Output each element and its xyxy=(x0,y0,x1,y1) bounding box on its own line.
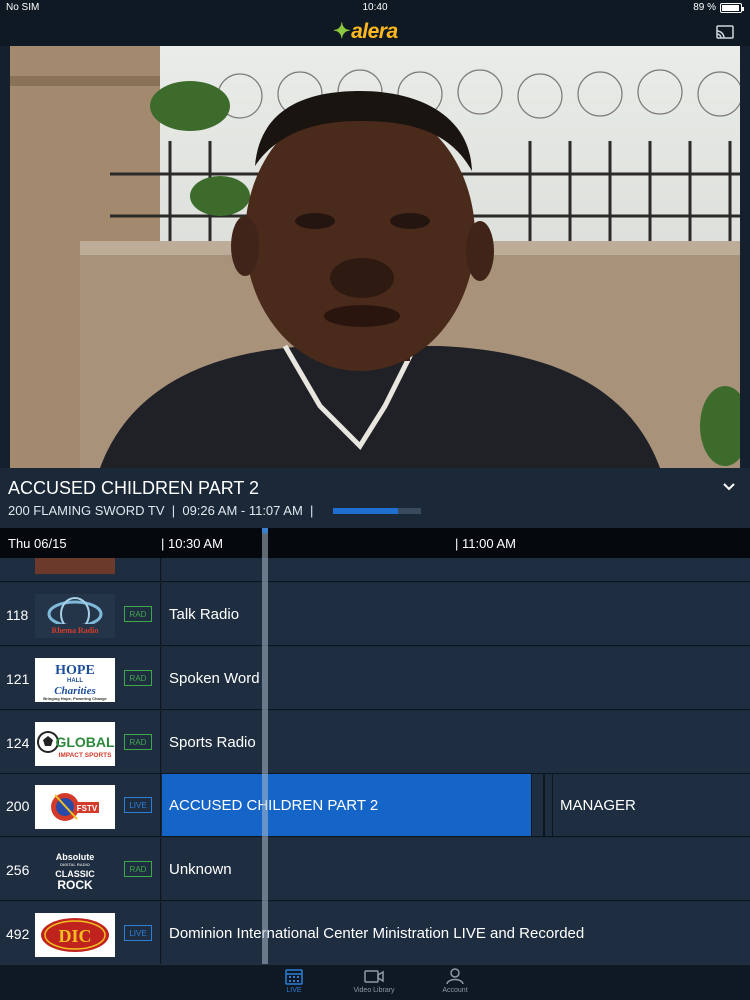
program-cell-active[interactable]: ACCUSED CHILDREN PART 2 xyxy=(162,774,531,836)
svg-text:ROCK: ROCK xyxy=(57,878,93,892)
absolute-classic-rock-logo-icon: Absolute DIGITAL RADIO CLASSIC ROCK xyxy=(55,852,95,892)
fstv-logo-icon: FSTV xyxy=(51,793,99,821)
channel-number: 200 xyxy=(6,798,30,814)
channel-cell[interactable]: 256 Absolute DIGITAL RADIO CLASSIC ROCK … xyxy=(0,838,161,900)
now-playing-title: ACCUSED CHILDREN PART 2 xyxy=(8,478,260,498)
channel-number: 492 xyxy=(6,926,30,942)
battery-icon xyxy=(720,2,744,13)
video-player[interactable] xyxy=(10,46,740,468)
guide-row-121[interactable]: 121 HOPE HALL Charities Bringing Hope, P… xyxy=(0,647,750,710)
channel-guide[interactable]: 118 Rhema Radio RAD Talk Radio 121 HOPE … xyxy=(0,558,750,964)
progress-fill xyxy=(333,508,399,514)
tab-account[interactable]: Account xyxy=(425,967,485,994)
svg-text:GLOBAL: GLOBAL xyxy=(55,734,115,750)
radio-tag: RAD xyxy=(124,606,152,622)
status-bar: No SIM 10:40 89 % xyxy=(0,0,750,16)
app-header: ✦alera xyxy=(0,16,750,46)
tab-label: Account xyxy=(442,987,468,994)
live-tag: LIVE xyxy=(124,925,152,941)
guide-row-200[interactable]: 200 FSTV LIVE ACCUSED CHILDREN PART 2 MA… xyxy=(0,774,750,837)
channel-cell[interactable]: 200 FSTV LIVE xyxy=(0,774,161,836)
time-slot-1100: | 11:00 AM xyxy=(455,536,516,551)
global-impact-logo-icon: GLOBAL IMPACT SPORTS xyxy=(37,731,115,759)
time-slot-1030: | 10:30 AM xyxy=(161,536,223,551)
video-camera-icon xyxy=(364,970,384,983)
svg-text:FSTV: FSTV xyxy=(77,804,98,813)
radio-tag: RAD xyxy=(124,734,152,750)
svg-text:HALL: HALL xyxy=(67,678,83,684)
guide-row-492[interactable]: 492 DIC LIVE Dominion International Cent… xyxy=(0,902,750,964)
channel-logo-fstv: FSTV xyxy=(35,785,115,829)
tab-live[interactable]: LIVE xyxy=(264,967,324,994)
program-cell[interactable]: MANAGER xyxy=(553,774,750,836)
program-cell[interactable]: Unknown xyxy=(162,838,750,900)
channel-logo-rhema: Rhema Radio xyxy=(35,594,115,638)
app-logo: ✦alera xyxy=(333,20,398,43)
live-tag: LIVE xyxy=(124,797,152,813)
hope-hall-logo-icon: HOPE HALL Charities Bringing Hope, Power… xyxy=(43,663,107,701)
program-cell[interactable]: Dominion International Center Ministrati… xyxy=(162,902,750,964)
cast-icon[interactable] xyxy=(716,25,734,39)
now-playing-panel[interactable]: ACCUSED CHILDREN PART 2 200 FLAMING SWOR… xyxy=(0,468,750,528)
channel-logo-global-impact: GLOBAL IMPACT SPORTS xyxy=(35,722,115,766)
channel-number: 124 xyxy=(6,735,30,751)
channel-logo-hope-hall: HOPE HALL Charities Bringing Hope, Power… xyxy=(35,658,115,702)
svg-text:Absolute: Absolute xyxy=(56,852,95,862)
program-cell-short[interactable] xyxy=(531,774,544,836)
tab-bar: LIVE Video Library Account xyxy=(0,964,750,1000)
now-playing-channel: 200 FLAMING SWORD TV xyxy=(8,503,165,518)
program-cell[interactable]: Spoken Word xyxy=(162,647,750,709)
rhema-logo-icon: Rhema Radio xyxy=(45,597,105,635)
chevron-down-icon[interactable] xyxy=(722,482,736,492)
current-time-indicator xyxy=(262,528,268,964)
now-playing-time: 09:26 AM - 11:07 AM xyxy=(182,503,303,518)
svg-text:HOPE: HOPE xyxy=(55,663,95,678)
person-icon xyxy=(446,968,464,985)
channel-logo-dic: DIC xyxy=(35,913,115,957)
channel-cell[interactable]: 118 Rhema Radio RAD xyxy=(0,583,161,645)
rhema-logo-text: Rhema Radio xyxy=(52,626,99,635)
guide-row-118[interactable]: 118 Rhema Radio RAD Talk Radio xyxy=(0,583,750,646)
channel-number: 121 xyxy=(6,671,30,687)
tab-label: LIVE xyxy=(286,987,302,994)
program-cell[interactable] xyxy=(162,558,750,581)
guide-row-partial[interactable] xyxy=(0,558,750,582)
now-playing-meta: 200 FLAMING SWORD TV | 09:26 AM - 11:07 … xyxy=(8,503,314,518)
logo-mark-icon: ✦ xyxy=(333,20,351,43)
channel-cell[interactable]: 492 DIC LIVE xyxy=(0,902,161,964)
guide-date: Thu 06/15 xyxy=(8,536,67,551)
battery-label: 89 % xyxy=(693,2,716,13)
program-cell[interactable]: Sports Radio xyxy=(162,711,750,773)
guide-row-256[interactable]: 256 Absolute DIGITAL RADIO CLASSIC ROCK … xyxy=(0,838,750,901)
svg-text:IMPACT SPORTS: IMPACT SPORTS xyxy=(59,752,113,759)
radio-tag: RAD xyxy=(124,861,152,877)
now-playing-progress xyxy=(333,508,421,514)
guide-time-header: Thu 06/15 | 10:30 AM | 11:00 AM xyxy=(0,528,750,558)
tab-video-library[interactable]: Video Library xyxy=(344,967,404,994)
program-cell[interactable]: Talk Radio xyxy=(162,583,750,645)
clock-label: 10:40 xyxy=(362,2,388,13)
svg-text:Bringing Hope, Powering Change: Bringing Hope, Powering Change xyxy=(43,696,107,701)
program-cell-short[interactable] xyxy=(544,774,553,836)
tab-label: Video Library xyxy=(353,987,395,994)
channel-cell[interactable]: 124 GLOBAL IMPACT SPORTS RAD xyxy=(0,711,161,773)
channel-logo xyxy=(35,558,115,574)
calendar-icon xyxy=(285,969,303,985)
channel-logo-absolute: Absolute DIGITAL RADIO CLASSIC ROCK xyxy=(35,849,115,893)
svg-text:DIGITAL RADIO: DIGITAL RADIO xyxy=(60,862,90,867)
video-frame xyxy=(10,46,740,468)
channel-number: 256 xyxy=(6,862,30,878)
radio-tag: RAD xyxy=(124,670,152,686)
channel-number: 118 xyxy=(6,607,29,623)
channel-cell[interactable]: 121 HOPE HALL Charities Bringing Hope, P… xyxy=(0,647,161,709)
guide-row-124[interactable]: 124 GLOBAL IMPACT SPORTS RAD Sports Radi… xyxy=(0,711,750,774)
svg-text:DIC: DIC xyxy=(58,926,91,946)
dic-logo-icon: DIC xyxy=(41,918,109,952)
